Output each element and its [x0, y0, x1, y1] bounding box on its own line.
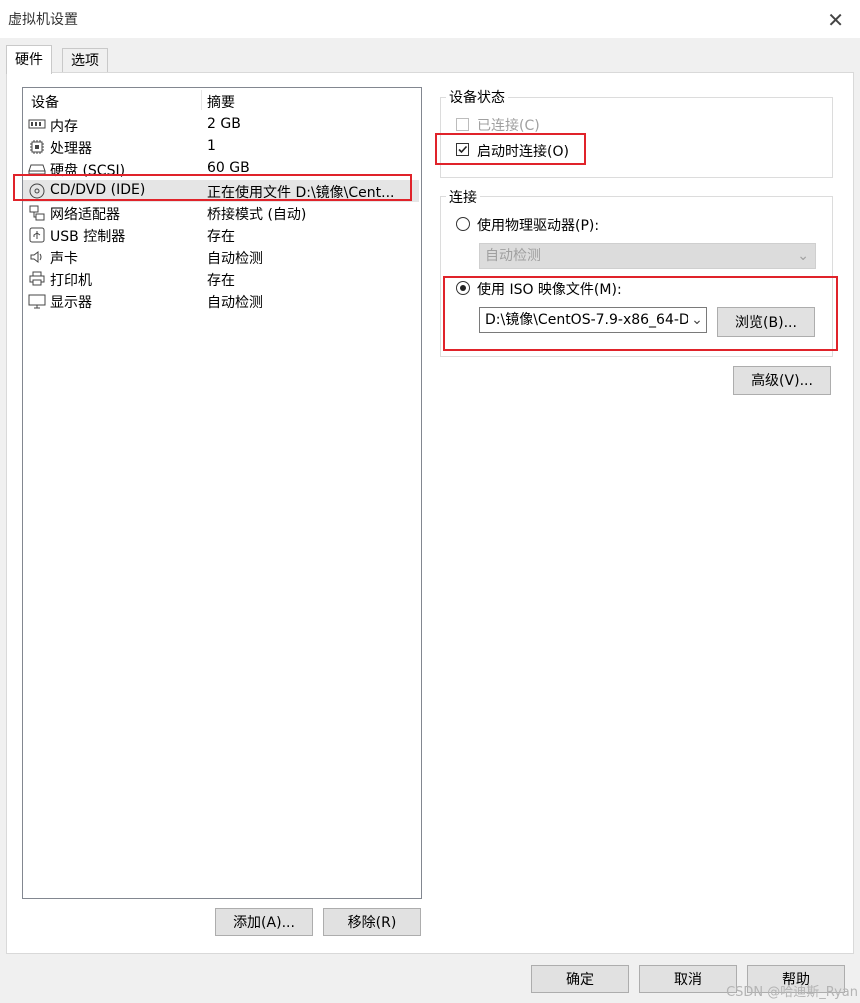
connection-label: 连接 [446, 187, 480, 207]
title-bar: 虚拟机设置 ✕ [0, 0, 860, 38]
iso-image-radio[interactable] [456, 281, 470, 295]
iso-path-combobox[interactable]: D:\镜像\CentOS-7.9-x86_64-D ⌄ [479, 307, 707, 333]
cd-dvd-icon [28, 183, 46, 199]
column-divider[interactable] [201, 90, 202, 110]
column-header-device[interactable]: 设备 [31, 92, 59, 112]
harddisk-icon [28, 161, 46, 177]
device-row-memory[interactable]: 内存 2 GB [23, 114, 419, 136]
device-row-harddisk[interactable]: 硬盘 (SCSI) 60 GB [23, 158, 419, 180]
connect-at-power-on-label: 启动时连接(O) [477, 144, 569, 160]
browse-button[interactable]: 浏览(B)... [717, 307, 815, 337]
tab-hardware[interactable]: 硬件 [6, 45, 52, 74]
physical-drive-select-value: 自动检测 [485, 248, 541, 264]
device-name: 网络适配器 [50, 207, 120, 223]
device-row-network-adapter[interactable]: 网络适配器 桥接模式 (自动) [23, 202, 419, 224]
printer-icon [28, 271, 46, 287]
device-name: 硬盘 (SCSI) [50, 163, 126, 179]
device-name: 处理器 [50, 141, 92, 157]
device-status-group [440, 97, 833, 178]
device-name: USB 控制器 [50, 229, 126, 245]
iso-path-value: D:\镜像\CentOS-7.9-x86_64-D [485, 312, 690, 328]
usb-icon [28, 227, 46, 243]
processor-icon [28, 139, 46, 155]
device-name: 内存 [50, 119, 78, 135]
cancel-button[interactable]: 取消 [639, 965, 737, 993]
device-row-processor[interactable]: 处理器 1 [23, 136, 419, 158]
memory-icon [28, 117, 46, 133]
close-icon[interactable]: ✕ [827, 8, 844, 32]
physical-drive-select[interactable]: 自动检测 ⌄ [479, 243, 816, 269]
display-icon [28, 293, 46, 309]
device-status-label: 设备状态 [446, 87, 508, 107]
ok-button[interactable]: 确定 [531, 965, 629, 993]
device-summary: 60 GB [207, 160, 250, 176]
device-summary: 存在 [207, 273, 235, 289]
connected-label: 已连接(C) [477, 118, 540, 134]
device-summary: 存在 [207, 229, 235, 245]
device-name: 声卡 [50, 251, 78, 267]
remove-button[interactable]: 移除(R) [323, 908, 421, 936]
device-name: 打印机 [50, 273, 92, 289]
iso-image-label: 使用 ISO 映像文件(M): [477, 282, 622, 298]
chevron-down-icon: ⌄ [797, 248, 809, 264]
network-adapter-icon [28, 205, 46, 221]
device-summary: 1 [207, 138, 216, 154]
device-name: 显示器 [50, 295, 92, 311]
device-row-usb[interactable]: USB 控制器 存在 [23, 224, 419, 246]
device-list: 设备 摘要 内存 2 GB 处理器 1 硬盘 (SCSI) 60 GB CD/D… [22, 87, 422, 899]
window-title: 虚拟机设置 [8, 12, 78, 28]
add-button[interactable]: 添加(A)... [215, 908, 313, 936]
device-summary: 自动检测 [207, 251, 263, 267]
advanced-button[interactable]: 高级(V)... [733, 366, 831, 395]
device-summary: 2 GB [207, 116, 241, 132]
connect-at-power-on-checkbox[interactable] [456, 143, 469, 156]
device-row-display[interactable]: 显示器 自动检测 [23, 290, 419, 312]
device-summary: 自动检测 [207, 295, 263, 311]
watermark: CSDN @哈迪斯_Ryan [726, 985, 858, 1000]
column-header-summary[interactable]: 摘要 [207, 92, 235, 112]
device-row-cd-dvd[interactable]: CD/DVD (IDE) 正在使用文件 D:\镜像\Cent... [23, 180, 419, 202]
device-row-printer[interactable]: 打印机 存在 [23, 268, 419, 290]
device-name: CD/DVD (IDE) [50, 182, 146, 198]
checkmark-icon [458, 145, 468, 154]
physical-drive-label: 使用物理驱动器(P): [477, 218, 600, 234]
physical-drive-radio[interactable] [456, 217, 470, 231]
device-summary: 正在使用文件 D:\镜像\Cent... [207, 185, 395, 201]
sound-icon [28, 249, 46, 265]
device-summary: 桥接模式 (自动) [207, 207, 307, 223]
chevron-down-icon[interactable]: ⌄ [688, 308, 706, 332]
device-row-sound[interactable]: 声卡 自动检测 [23, 246, 419, 268]
tab-options[interactable]: 选项 [62, 48, 108, 73]
connected-checkbox[interactable] [456, 118, 469, 131]
